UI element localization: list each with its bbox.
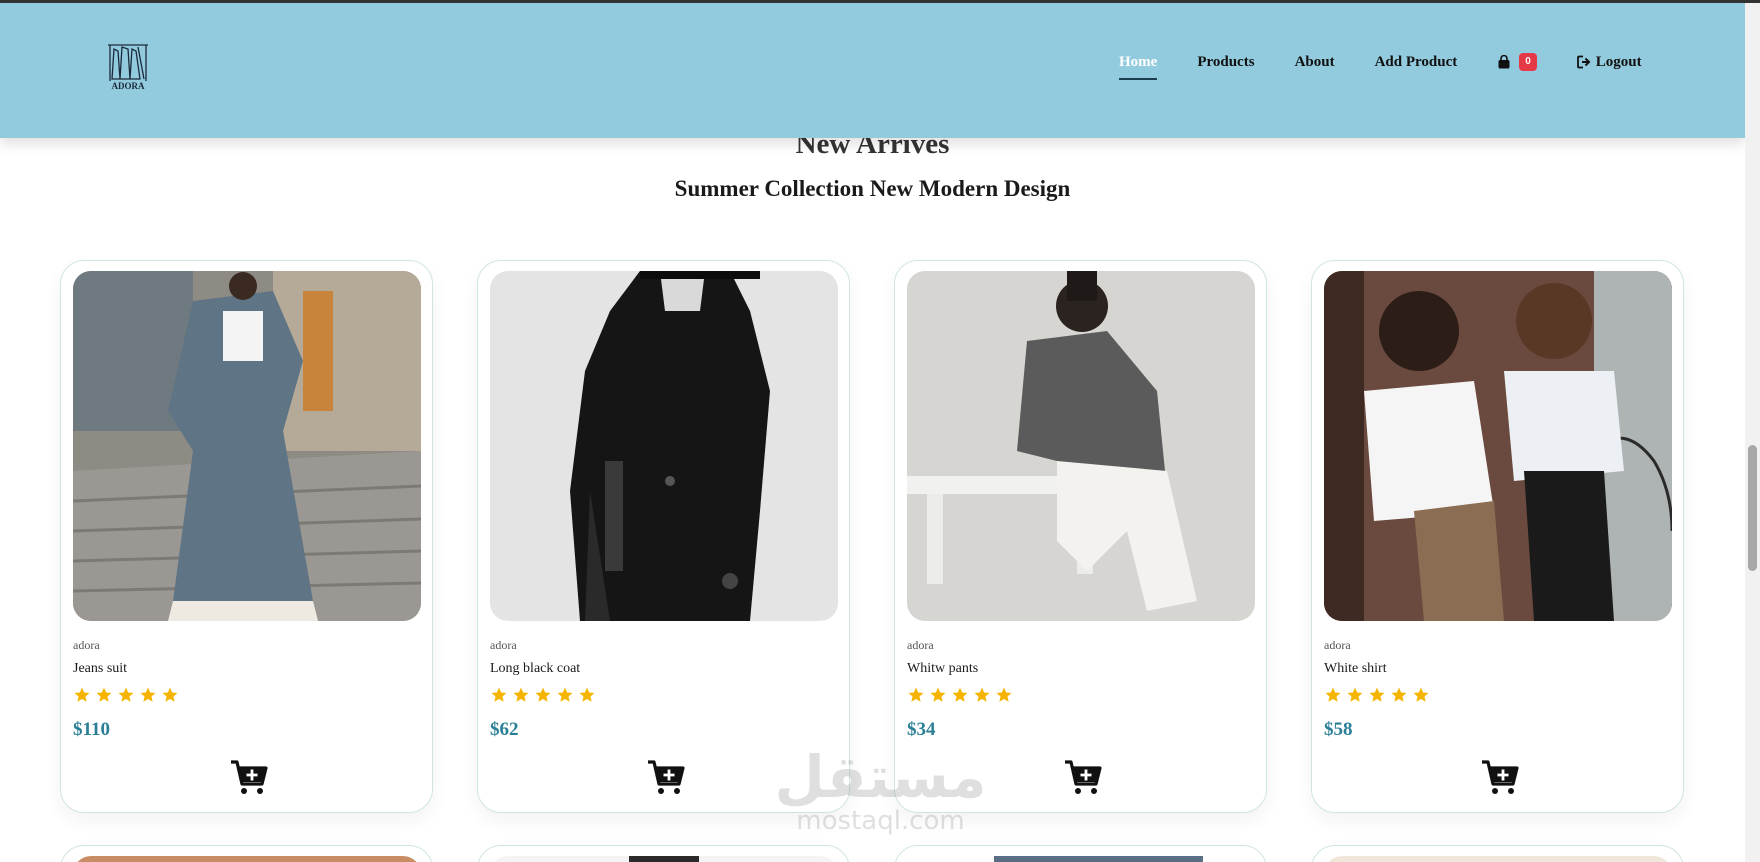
cart-plus-icon (231, 760, 268, 794)
star-icon (491, 687, 507, 702)
product-card-partial[interactable] (894, 845, 1267, 862)
product-brand: adora (907, 638, 934, 652)
navbar: ADORA Home Products About Add Product 0 … (0, 3, 1745, 138)
product-rating (1324, 686, 1430, 704)
product-brand: adora (490, 638, 517, 652)
nav-add-product[interactable]: Add Product (1375, 54, 1458, 71)
product-image[interactable] (490, 271, 838, 621)
star-icon (974, 687, 990, 702)
product-card-partial[interactable] (1311, 845, 1684, 862)
product-image (1324, 856, 1672, 862)
star-icon (996, 687, 1012, 702)
add-to-cart-button[interactable] (646, 758, 686, 796)
nav-home[interactable]: Home (1119, 54, 1158, 80)
product-image (490, 856, 838, 862)
brand-logo[interactable]: ADORA (100, 39, 156, 95)
star-icon (1369, 687, 1385, 702)
star-icon (535, 687, 551, 702)
product-image[interactable] (907, 271, 1255, 621)
product-brand: adora (1324, 638, 1351, 652)
add-to-cart-button[interactable] (1063, 758, 1103, 796)
product-card-partial[interactable] (60, 845, 433, 862)
nav-cart[interactable]: 0 (1497, 53, 1537, 71)
add-to-cart-button[interactable] (1480, 758, 1520, 796)
nav-logout[interactable]: Logout (1576, 53, 1642, 71)
product-price: $62 (490, 719, 519, 740)
window-top-border (0, 0, 1760, 3)
product-name: Long black coat (490, 661, 581, 676)
star-icon (908, 687, 924, 702)
cart-plus-icon (648, 760, 685, 794)
product-name: Jeans suit (73, 661, 128, 676)
product-rating (490, 686, 596, 704)
star-icon (1413, 687, 1429, 702)
product-card-partial[interactable] (477, 845, 850, 862)
product-card[interactable]: adora Long black coat $62 (477, 260, 850, 813)
product-image[interactable] (1324, 271, 1672, 621)
product-price: $58 (1324, 719, 1353, 740)
product-rating (73, 686, 179, 704)
nav-about[interactable]: About (1295, 54, 1335, 71)
star-icon (579, 687, 595, 702)
product-name: White shirt (1324, 661, 1387, 676)
cart-plus-icon (1065, 760, 1102, 794)
logout-label: Logout (1595, 53, 1642, 70)
add-to-cart-button[interactable] (229, 758, 269, 796)
star-icon (140, 687, 156, 702)
main-nav: Home Products About Add Product 0 Logout (1119, 53, 1642, 80)
star-icon (513, 687, 529, 702)
logout-icon (1576, 55, 1591, 69)
product-brand: adora (73, 638, 100, 652)
star-icon (96, 687, 112, 702)
star-icon (74, 687, 90, 702)
product-card[interactable]: adora Jeans suit $110 (60, 260, 433, 813)
product-image (907, 856, 1255, 862)
star-icon (1325, 687, 1341, 702)
star-icon (118, 687, 134, 702)
product-rating (907, 686, 1013, 704)
star-icon (952, 687, 968, 702)
product-image[interactable] (73, 271, 421, 621)
product-card[interactable]: adora Whitw pants $34 (894, 260, 1267, 813)
cart-count-badge: 0 (1519, 53, 1537, 71)
shopping-bag-icon (1498, 55, 1510, 69)
logo-text: ADORA (112, 81, 145, 91)
star-icon (1391, 687, 1407, 702)
product-image (73, 856, 421, 862)
scrollbar-thumb[interactable] (1748, 445, 1757, 571)
star-icon (930, 687, 946, 702)
product-card[interactable]: adora White shirt $58 (1311, 260, 1684, 813)
cart-plus-icon (1482, 760, 1519, 794)
section-subtitle: Summer Collection New Modern Design (674, 176, 1071, 201)
product-price: $110 (73, 719, 110, 740)
nav-products[interactable]: Products (1197, 54, 1254, 71)
product-price: $34 (907, 719, 936, 740)
star-icon (557, 687, 573, 702)
page-scrollbar[interactable] (1745, 3, 1760, 862)
product-name: Whitw pants (907, 661, 979, 676)
star-icon (1347, 687, 1363, 702)
star-icon (162, 687, 178, 702)
